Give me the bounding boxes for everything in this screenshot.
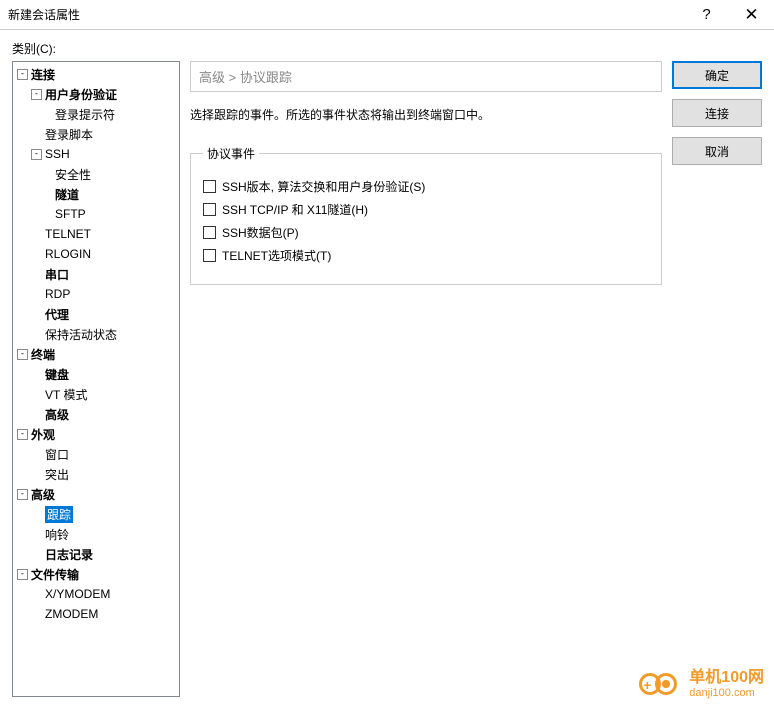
tree-window[interactable]: 窗口 xyxy=(13,444,179,464)
protocol-events-group: 协议事件 SSH版本, 算法交换和用户身份验证(S) SSH TCP/IP 和 … xyxy=(190,145,662,285)
collapse-icon[interactable]: - xyxy=(17,349,28,360)
collapse-icon[interactable]: - xyxy=(17,489,28,500)
tree-appearance[interactable]: -外观 xyxy=(13,424,179,444)
breadcrumb: 高级 > 协议跟踪 xyxy=(190,61,662,92)
collapse-icon[interactable]: - xyxy=(31,89,42,100)
collapse-icon[interactable]: - xyxy=(17,69,28,80)
window-title: 新建会话属性 xyxy=(8,6,684,23)
ok-button[interactable]: 确定 xyxy=(672,61,762,89)
tree-keyboard[interactable]: 键盘 xyxy=(13,364,179,384)
checkbox-icon[interactable] xyxy=(203,249,216,262)
collapse-icon[interactable]: - xyxy=(17,569,28,580)
tree-ssh-tunnel[interactable]: 隧道 xyxy=(13,184,179,204)
description-text: 选择跟踪的事件。所选的事件状态将输出到终端窗口中。 xyxy=(190,106,662,123)
tree-ssh-security[interactable]: 安全性 xyxy=(13,164,179,184)
tree-keepalive[interactable]: 保持活动状态 xyxy=(13,324,179,344)
category-tree[interactable]: -连接 -用户身份验证 登录提示符 登录脚本 -SSH 安全性 xyxy=(12,61,180,697)
tree-bell[interactable]: 响铃 xyxy=(13,524,179,544)
tree-trace[interactable]: 跟踪 xyxy=(13,504,179,524)
tree-ssh-sftp[interactable]: SFTP xyxy=(13,204,179,224)
connect-button[interactable]: 连接 xyxy=(672,99,762,127)
tree-vt-mode[interactable]: VT 模式 xyxy=(13,384,179,404)
tree-rdp[interactable]: RDP xyxy=(13,284,179,304)
tree-ssh[interactable]: -SSH xyxy=(13,144,179,164)
tree-terminal-advanced[interactable]: 高级 xyxy=(13,404,179,424)
tree-log[interactable]: 日志记录 xyxy=(13,544,179,564)
category-label: 类别(C): xyxy=(12,40,762,57)
tree-terminal[interactable]: -终端 xyxy=(13,344,179,364)
tree-connection[interactable]: -连接 xyxy=(13,64,179,84)
check-ssh-tcp[interactable]: SSH TCP/IP 和 X11隧道(H) xyxy=(203,201,649,218)
check-ssh-version[interactable]: SSH版本, 算法交换和用户身份验证(S) xyxy=(203,178,649,195)
tree-login-script[interactable]: 登录脚本 xyxy=(13,124,179,144)
tree-login-prompt[interactable]: 登录提示符 xyxy=(13,104,179,124)
help-button[interactable]: ? xyxy=(684,0,729,30)
watermark-name: 单机100网 xyxy=(689,669,764,687)
collapse-icon[interactable]: - xyxy=(31,149,42,160)
tree-user-auth[interactable]: -用户身份验证 xyxy=(13,84,179,104)
watermark-url: danji100.com xyxy=(689,687,764,699)
tree-serial[interactable]: 串口 xyxy=(13,264,179,284)
tree-highlight[interactable]: 突出 xyxy=(13,464,179,484)
fieldset-legend: 协议事件 xyxy=(203,145,259,162)
title-bar: 新建会话属性 ? ✕ xyxy=(0,0,774,30)
watermark: + 单机100网 danji100.com xyxy=(639,669,764,699)
tree-advanced[interactable]: -高级 xyxy=(13,484,179,504)
close-button[interactable]: ✕ xyxy=(729,0,774,30)
collapse-icon[interactable]: - xyxy=(17,429,28,440)
checkbox-icon[interactable] xyxy=(203,226,216,239)
check-ssh-packet[interactable]: SSH数据包(P) xyxy=(203,224,649,241)
watermark-logo-icon: + xyxy=(639,670,683,698)
tree-telnet[interactable]: TELNET xyxy=(13,224,179,244)
check-telnet-opt[interactable]: TELNET选项模式(T) xyxy=(203,247,649,264)
cancel-button[interactable]: 取消 xyxy=(672,137,762,165)
tree-zmodem[interactable]: ZMODEM xyxy=(13,604,179,624)
tree-xymodem[interactable]: X/YMODEM xyxy=(13,584,179,604)
tree-rlogin[interactable]: RLOGIN xyxy=(13,244,179,264)
tree-filetransfer[interactable]: -文件传输 xyxy=(13,564,179,584)
checkbox-icon[interactable] xyxy=(203,203,216,216)
tree-proxy[interactable]: 代理 xyxy=(13,304,179,324)
checkbox-icon[interactable] xyxy=(203,180,216,193)
